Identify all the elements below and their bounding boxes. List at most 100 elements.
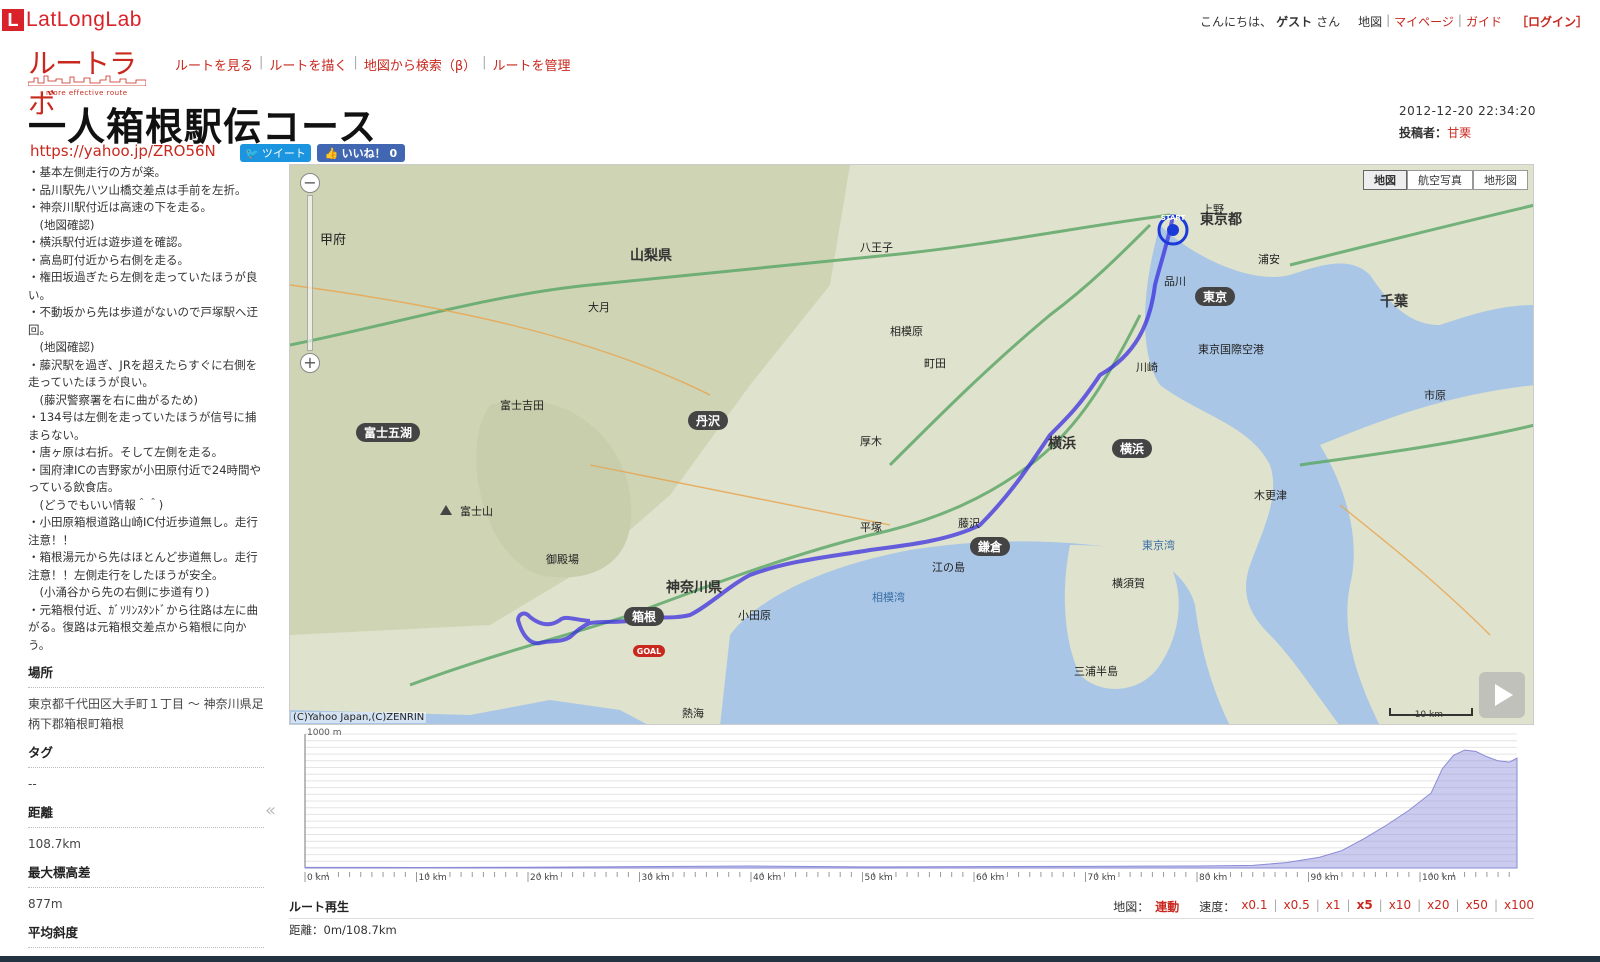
map-label-machida: 町田 xyxy=(924,357,946,370)
max-elevation-heading: 最大標高差 xyxy=(28,862,264,888)
map-label-fujisan: 富士山 xyxy=(460,505,493,518)
route-note: ・品川駅先八ツ山橋交差点は手前を左折。 xyxy=(28,182,247,197)
map-label-kofu: 甲府 xyxy=(320,233,347,248)
map-label-hiratsuka: 平塚 xyxy=(860,521,882,534)
speed-x1[interactable]: x1 xyxy=(1326,898,1341,915)
map-label-yamanashi: 山梨県 xyxy=(630,248,672,264)
user-bar: こんにちは、 ゲスト さん 地図 | マイページ | ガイド ［ログイン］ xyxy=(1200,13,1588,30)
map-sync-toggle[interactable]: 連動 xyxy=(1155,898,1179,915)
map-label-atami: 熱海 xyxy=(682,707,704,720)
route-note: ・神奈川駅付近は高速の下を走る。 xyxy=(28,200,212,214)
skyline-icon xyxy=(28,75,146,86)
tweet-button[interactable]: 🐦 ツイート xyxy=(240,144,311,162)
like-button[interactable]: 👍 いいね！ 0 xyxy=(317,144,405,162)
map-label-odawara: 小田原 xyxy=(738,609,771,622)
link-map[interactable]: 地図 xyxy=(1358,13,1382,30)
speed-x50[interactable]: x50 xyxy=(1466,898,1488,915)
elevation-x-tick-label: 80 km xyxy=(1199,873,1227,883)
start-marker-label: START xyxy=(1161,214,1186,222)
map-mode-aerial[interactable]: 航空写真 xyxy=(1407,170,1473,190)
map-badge-kamakura: 鎌倉 xyxy=(970,537,1011,556)
max-elevation-value: 877m xyxy=(28,897,63,911)
map-label-haneda: 東京国際空港 xyxy=(1198,343,1264,356)
map-label-shinagawa: 品川 xyxy=(1164,275,1186,288)
map-sync-label: 地図： xyxy=(1113,900,1150,914)
routelab-logo[interactable]: ルートラボ more effective route xyxy=(28,42,148,120)
short-url[interactable]: https://yahoo.jp/ZRO56N xyxy=(30,142,216,160)
map-label-miura: 三浦半島 xyxy=(1074,665,1118,678)
distance-heading: 距離 xyxy=(28,802,264,828)
post-author: 投稿者：甘栗 xyxy=(1399,124,1536,141)
nav-map-search[interactable]: 地図から検索（β） xyxy=(364,55,476,74)
top-bar: L LatLongLab こんにちは、 ゲスト さん 地図 | マイページ | … xyxy=(0,0,1600,36)
nav-manage-routes[interactable]: ルートを管理 xyxy=(493,55,571,74)
elevation-x-tick-label: 50 km xyxy=(864,873,892,883)
login-link[interactable]: ［ログイン］ xyxy=(1516,13,1588,30)
greeting-suffix: さん xyxy=(1316,15,1341,29)
map-label-kawasaki: 川崎 xyxy=(1136,361,1158,374)
speed-x0.1[interactable]: x0.1 xyxy=(1241,898,1267,915)
elevation-x-tick-label: 70 km xyxy=(1087,873,1115,883)
speed-x5[interactable]: x5 xyxy=(1357,898,1373,915)
thumbs-up-icon: 👍 xyxy=(324,146,339,160)
main-nav: ルートを見る | ルートを描く | 地図から検索（β） | ルートを管理 xyxy=(175,55,571,74)
speed-x10[interactable]: x10 xyxy=(1389,898,1411,915)
zoom-in-button[interactable]: + xyxy=(300,353,320,373)
tag-heading: タグ xyxy=(28,742,264,768)
replay-distance: 距離：0m/108.7km xyxy=(289,923,397,937)
link-guide[interactable]: ガイド xyxy=(1466,13,1502,30)
elevation-x-tick-label: 40 km xyxy=(753,873,781,883)
author-link[interactable]: 甘栗 xyxy=(1447,126,1471,140)
map-label-fujiyoshida: 富士吉田 xyxy=(500,399,544,412)
route-note: ・箱根湯元から先はほとんど歩道無し。走行注意！！左側走行をしたほうが安全。 xyxy=(28,550,258,582)
route-note: ・基本左側走行の方が楽。 xyxy=(28,165,166,179)
link-mypage[interactable]: マイページ xyxy=(1394,13,1454,30)
elevation-x-tick-label: 0 km xyxy=(307,873,330,883)
map-label-otsuki: 大月 xyxy=(588,301,610,314)
latlonglab-logo[interactable]: L LatLongLab xyxy=(2,8,142,32)
speed-x100[interactable]: x100 xyxy=(1504,898,1534,915)
twitter-icon: 🐦 xyxy=(245,146,259,160)
zoom-control: − + xyxy=(300,173,320,373)
nav-draw-route[interactable]: ルートを描く xyxy=(269,55,347,74)
place-value: 東京都千代田区大手町１丁目 ～ 神奈川県足柄下郡箱根町箱根 xyxy=(28,697,264,731)
play-icon[interactable] xyxy=(1479,672,1525,718)
map-label-hachioji: 八王子 xyxy=(860,241,893,254)
elevation-svg: 0 km 10 km 20 km 30 km 40 km 50 km 60 km 70 km 8… xyxy=(304,733,1518,883)
map-mode-terrain[interactable]: 地形図 xyxy=(1473,170,1528,190)
map-badge-yokohama: 横浜 xyxy=(1112,439,1153,458)
route-note: ・元箱根付近、ｶﾞｿﾘﾝｽﾀﾝﾄﾞから往路は左に曲がる。復路は元箱根交差点から箱… xyxy=(28,602,258,652)
route-map[interactable]: START GOAL 東京都 山梨県 神奈川県 千葉 甲府 大月 富士山 八王子… xyxy=(289,164,1534,725)
zoom-out-button[interactable]: − xyxy=(300,173,320,193)
map-label-kanagawa: 神奈川県 xyxy=(666,580,722,596)
nav-view-routes[interactable]: ルートを見る xyxy=(175,55,253,74)
route-notes: ・基本左側走行の方が楽。・品川駅先八ツ山橋交差点は手前を左折。 ・神奈川駅付近は高… xyxy=(28,164,264,654)
map-badge-hakone: 箱根 xyxy=(624,607,665,626)
map-label-ueno: 上野 xyxy=(1202,203,1224,216)
speed-x0.5[interactable]: x0.5 xyxy=(1284,898,1310,915)
map-mode-map[interactable]: 地図 xyxy=(1363,170,1407,190)
map-label-chiba: 千葉 xyxy=(1380,294,1408,310)
map-canvas[interactable]: START GOAL xyxy=(290,165,1534,725)
route-note: ・小田原箱根道路山崎IC付近歩道無し。走行注意！！ xyxy=(28,515,258,547)
zoom-slider[interactable] xyxy=(307,195,313,351)
map-label-sagamihara: 相模原 xyxy=(890,325,923,338)
map-badge-tanzawa: 丹沢 xyxy=(688,411,729,430)
route-note: ・国府津ICの吉野家が小田原付近で24時間やっている飲食店。 xyxy=(28,462,262,495)
elevation-x-tick-label: 20 km xyxy=(530,873,558,883)
author-label: 投稿者： xyxy=(1399,126,1448,140)
elevation-chart[interactable]: 0 km 10 km 20 km 30 km 40 km 50 km 60 km 70 km 8… xyxy=(303,728,1519,884)
latlonglab-logo-mark: L xyxy=(2,9,24,31)
route-note: (藤沢警察署を右に曲がるため) xyxy=(28,392,198,407)
route-replay: ルート再生 地図： 連動 速度： x0.1 | x0.5 | x1 | x5 | x10… xyxy=(289,898,1534,937)
speed-label: 速度： xyxy=(1199,900,1236,914)
route-note: (小涌谷から先の右側に歩道有り) xyxy=(28,585,210,599)
collapse-sidebar-icon[interactable]: « xyxy=(265,800,276,821)
route-note: ・不動坂から先は歩道がないので戸塚駅へ迂回。 xyxy=(28,305,258,337)
latlonglab-logo-text: LatLongLab xyxy=(26,8,142,31)
map-label-tokyo-bay: 東京湾 xyxy=(1142,539,1175,552)
speed-x20[interactable]: x20 xyxy=(1427,898,1449,915)
post-date: 2012-12-20 22:34:20 xyxy=(1399,104,1536,118)
elevation-x-tick-label: 30 km xyxy=(641,873,669,883)
route-note: ・唐ヶ原は右折。そして左側を走る。 xyxy=(28,445,224,459)
